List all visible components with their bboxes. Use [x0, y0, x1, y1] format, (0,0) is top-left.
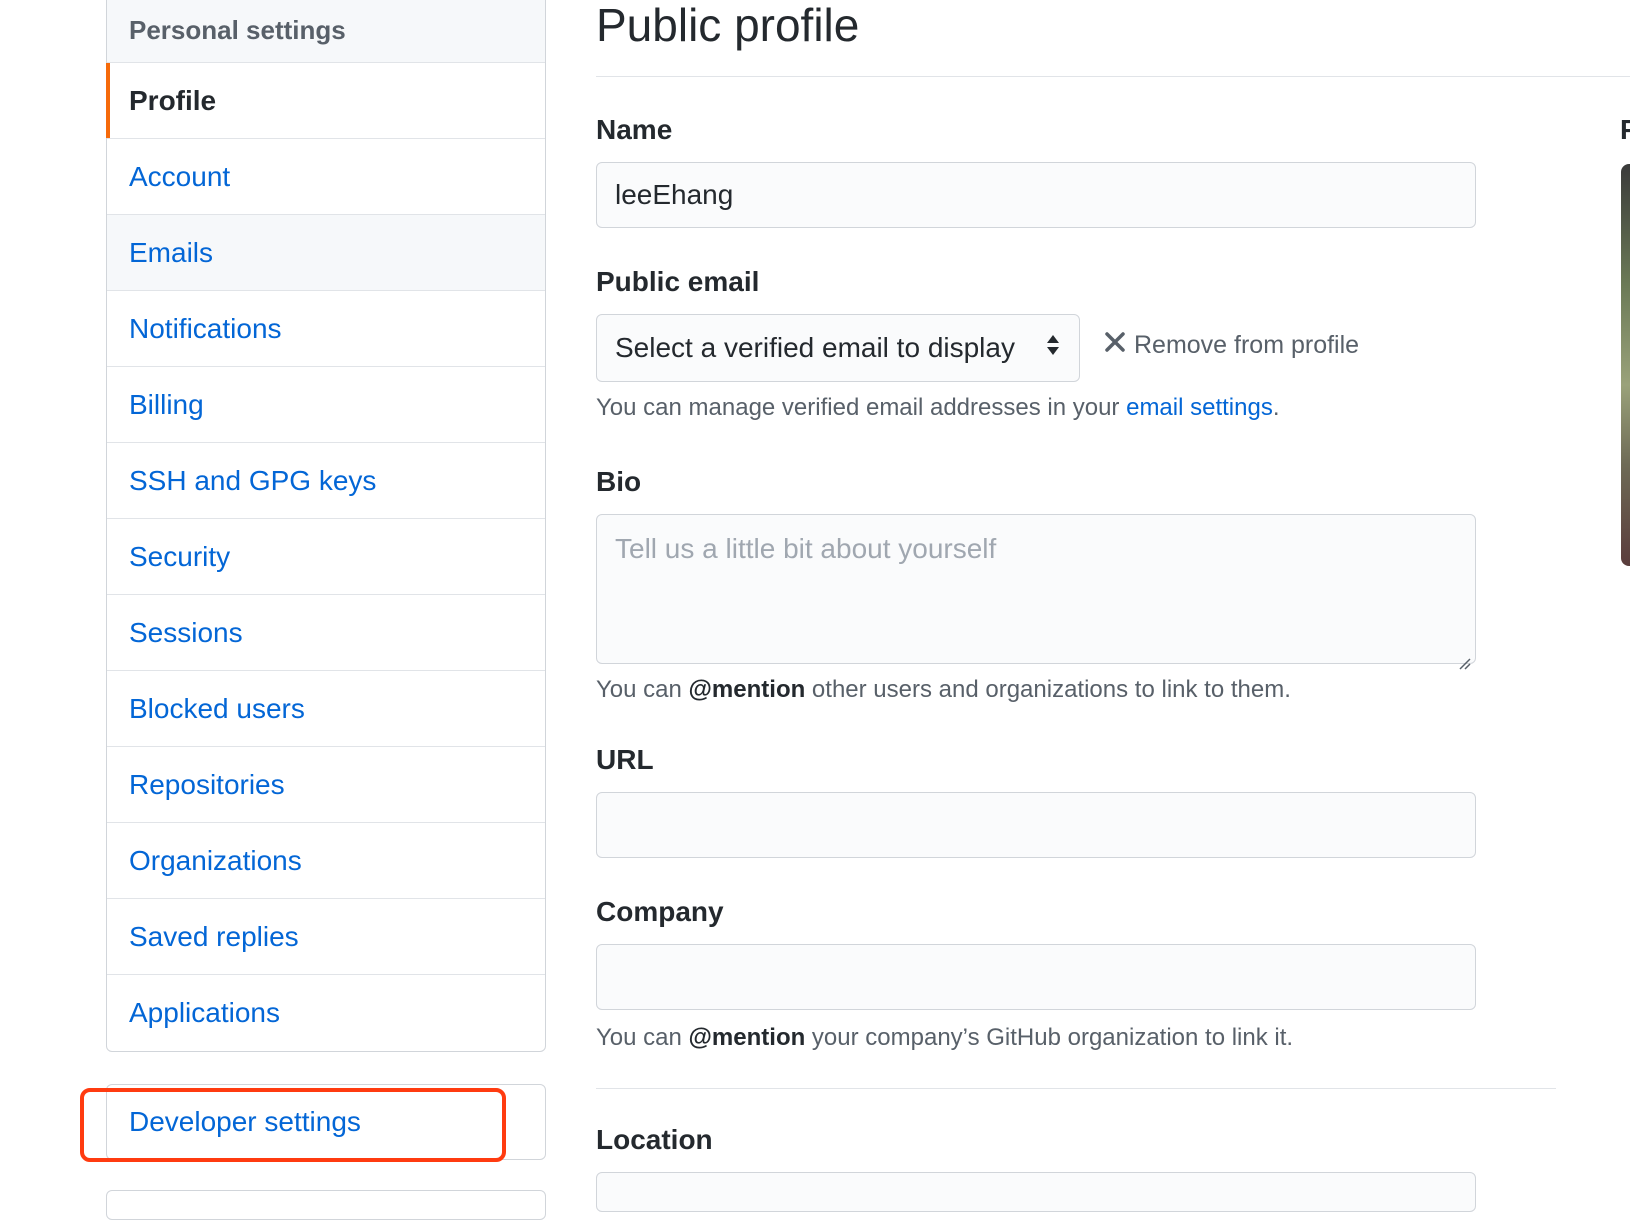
settings-sidebar: Personal settings Profile Account Emails… — [106, 0, 546, 1052]
title-divider — [596, 76, 1630, 77]
bio-note-suffix: other users and organizations to link to… — [805, 676, 1291, 703]
remove-from-profile-button[interactable]: Remove from profile — [1104, 331, 1359, 360]
bio-label: Bio — [596, 466, 642, 497]
bio-note: You can @mention other users and organiz… — [596, 676, 1291, 704]
bio-note-mention: @mention — [688, 676, 806, 703]
sidebar-item-organizations[interactable]: Organizations — [107, 823, 545, 899]
public-email-select[interactable]: Select a verified email to display — [596, 314, 1080, 382]
close-icon — [1104, 331, 1126, 360]
sidebar-item-billing[interactable]: Billing — [107, 367, 545, 443]
resize-handle-icon[interactable] — [1457, 645, 1471, 670]
email-settings-link[interactable]: email settings — [1126, 394, 1273, 421]
sidebar-item-ssh-gpg-keys[interactable]: SSH and GPG keys — [107, 443, 545, 519]
company-note-suffix: your company’s GitHub organization to li… — [805, 1024, 1294, 1051]
sidebar-next-section — [106, 1190, 546, 1220]
page-title: Public profile — [596, 0, 860, 51]
email-note-suffix: . — [1272, 394, 1280, 421]
select-arrows-icon — [1045, 332, 1061, 364]
sidebar-item-security[interactable]: Security — [107, 519, 545, 595]
company-note-mention: @mention — [688, 1024, 806, 1051]
public-email-selected: Select a verified email to display — [615, 332, 1015, 363]
bio-placeholder: Tell us a little bit about yourself — [615, 533, 997, 564]
name-input[interactable]: leeEhang — [596, 162, 1476, 228]
company-note: You can @mention your company’s GitHub o… — [596, 1024, 1293, 1052]
sidebar-item-saved-replies[interactable]: Saved replies — [107, 899, 545, 975]
avatar[interactable] — [1621, 164, 1630, 566]
location-input[interactable] — [596, 1172, 1476, 1212]
sidebar-item-blocked-users[interactable]: Blocked users — [107, 671, 545, 747]
company-label: Company — [596, 896, 724, 927]
name-value: leeEhang — [615, 179, 734, 210]
email-note-text: You can manage verified email addresses … — [596, 394, 1127, 421]
remove-label: Remove from profile — [1134, 331, 1360, 359]
sidebar-item-sessions[interactable]: Sessions — [107, 595, 545, 671]
location-label: Location — [596, 1124, 713, 1155]
sidebar-item-repositories[interactable]: Repositories — [107, 747, 545, 823]
profile-picture-label: P — [1620, 114, 1630, 145]
name-label: Name — [596, 114, 673, 145]
bio-note-prefix: You can — [596, 676, 689, 703]
sidebar-item-emails[interactable]: Emails — [107, 215, 545, 291]
sidebar-item-developer-settings[interactable]: Developer settings — [106, 1084, 546, 1160]
company-note-prefix: You can — [596, 1024, 689, 1051]
public-email-label: Public email — [596, 266, 760, 297]
url-input[interactable] — [596, 792, 1476, 858]
section-divider — [596, 1088, 1556, 1089]
company-input[interactable] — [596, 944, 1476, 1010]
email-note: You can manage verified email addresses … — [596, 394, 1280, 422]
sidebar-item-applications[interactable]: Applications — [107, 975, 545, 1051]
bio-textarea[interactable]: Tell us a little bit about yourself — [596, 514, 1476, 670]
url-label: URL — [596, 744, 654, 775]
sidebar-item-notifications[interactable]: Notifications — [107, 291, 545, 367]
sidebar-item-account[interactable]: Account — [107, 139, 545, 215]
sidebar-header: Personal settings — [107, 0, 545, 63]
sidebar-item-profile[interactable]: Profile — [106, 63, 545, 139]
